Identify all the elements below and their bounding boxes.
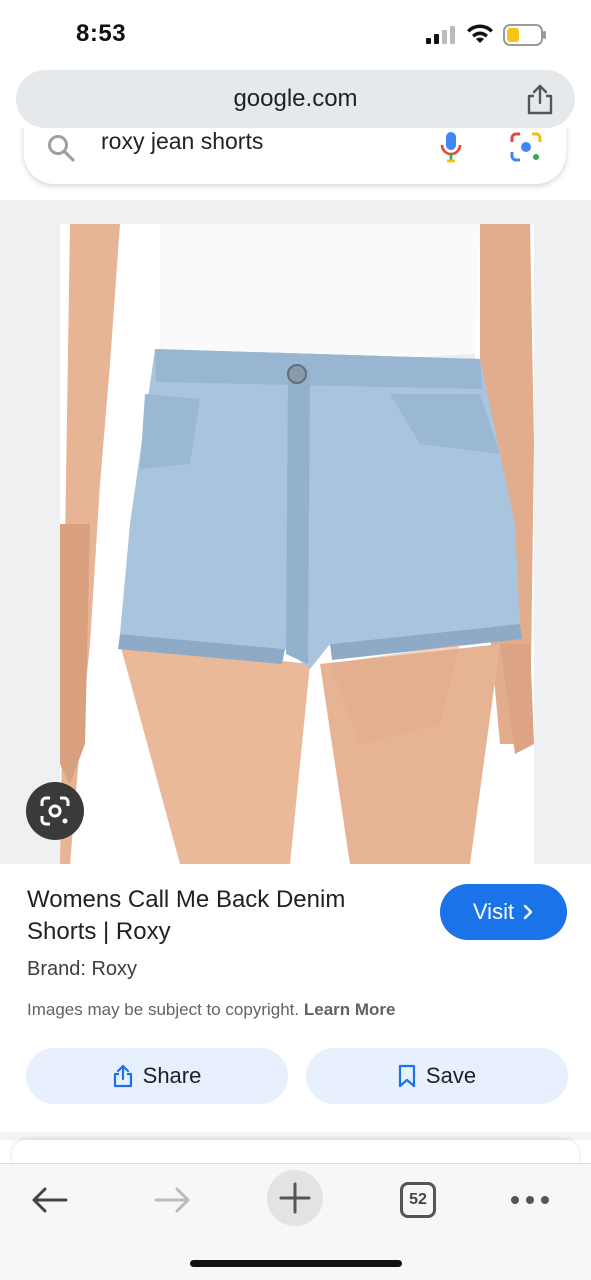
lens-scan-icon (40, 796, 70, 826)
visit-button[interactable]: Visit (440, 884, 567, 940)
battery-icon (503, 24, 546, 46)
save-button[interactable]: Save (306, 1048, 568, 1104)
back-button[interactable] (25, 1178, 75, 1222)
copyright-text: Images may be subject to copyright. (27, 1000, 300, 1019)
wifi-icon (467, 24, 493, 43)
denim-shorts-photo (60, 224, 534, 864)
share-button[interactable]: Share (26, 1048, 288, 1104)
product-image[interactable] (60, 224, 534, 864)
brand-text: Brand: Roxy (27, 958, 138, 980)
search-strip: roxy jean shorts (0, 128, 591, 200)
search-box[interactable]: roxy jean shorts (24, 128, 566, 184)
share-label: Share (142, 1063, 202, 1088)
save-label: Save (425, 1063, 477, 1088)
back-arrow-icon (32, 1187, 68, 1213)
bookmark-icon (398, 1064, 416, 1088)
image-preview-area (0, 200, 591, 864)
address-bar[interactable]: google.com (16, 70, 575, 128)
status-bar: 8:53 (0, 0, 591, 68)
copyright-notice: Images may be subject to copyright. Lear… (27, 1000, 396, 1020)
search-icon (48, 135, 75, 162)
url-text[interactable]: google.com (16, 85, 575, 113)
forward-arrow-icon (154, 1187, 190, 1213)
more-dots-icon (511, 1196, 549, 1204)
visit-label: Visit (472, 899, 515, 924)
share-icon[interactable] (525, 83, 555, 115)
chevron-right-icon (523, 904, 533, 920)
section-divider (0, 1132, 591, 1140)
lens-search-button[interactable] (26, 782, 84, 840)
plus-icon (279, 1182, 311, 1214)
result-details-panel: Womens Call Me Back Denim Shorts | Roxy … (0, 864, 591, 1132)
microphone-icon[interactable] (438, 130, 464, 164)
learn-more-link[interactable]: Learn More (304, 1000, 396, 1019)
browser-toolbar: 52 (0, 1163, 591, 1280)
forward-button[interactable] (147, 1178, 197, 1222)
cellular-signal-icon (426, 26, 455, 44)
home-indicator[interactable] (190, 1260, 402, 1267)
share-icon (113, 1064, 132, 1088)
search-query[interactable]: roxy jean shorts (101, 128, 263, 155)
tab-switcher-button[interactable]: 52 (400, 1182, 436, 1218)
status-time: 8:53 (76, 20, 127, 47)
google-lens-icon[interactable] (510, 132, 542, 162)
new-tab-button[interactable] (267, 1170, 323, 1226)
more-menu-button[interactable] (505, 1178, 555, 1222)
product-title[interactable]: Womens Call Me Back Denim Shorts | Roxy (27, 884, 417, 948)
